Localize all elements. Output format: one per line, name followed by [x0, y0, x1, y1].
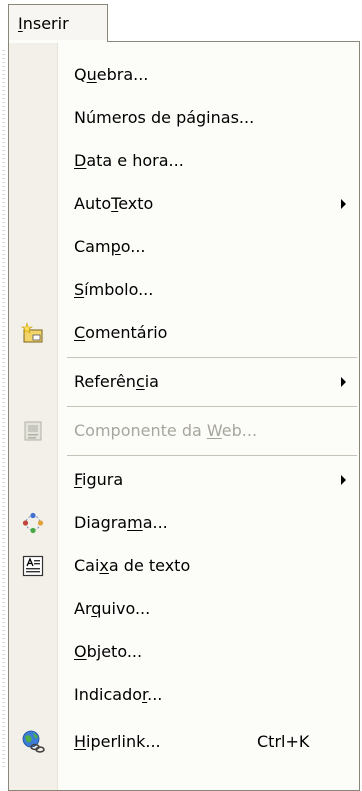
- menu-item-arquivo[interactable]: Arquivo...: [9, 589, 359, 629]
- menu-separator: [67, 406, 357, 407]
- text-box-icon: [22, 555, 44, 577]
- menu-tab-inserir[interactable]: Inserir: [8, 4, 108, 42]
- menu-item-figura[interactable]: Figura: [9, 460, 359, 500]
- menu-item-label: Campo...: [74, 237, 146, 256]
- menu-item-label: Indicador...: [74, 685, 163, 704]
- shortcut-label: Ctrl+K: [257, 732, 310, 751]
- menu-item-label: Símbolo...: [74, 280, 154, 299]
- menu-tab-label: Inserir: [18, 14, 69, 33]
- menu-item-objeto[interactable]: Objeto...: [9, 632, 359, 672]
- menu-item-caixa-de-texto[interactable]: Caixa de texto: [9, 546, 359, 586]
- menu-item-diagrama[interactable]: Diagrama...: [9, 503, 359, 543]
- menu-item-numeros-de-paginas[interactable]: Números de páginas...: [9, 98, 359, 138]
- menu-item-indicador[interactable]: Indicador...: [9, 675, 359, 715]
- menu-item-label: Componente da Web...: [74, 421, 258, 440]
- menu-tab-label-rest: nserir: [22, 14, 69, 33]
- menu-item-data-e-hora[interactable]: Data e hora...: [9, 141, 359, 181]
- submenu-arrow-icon: [341, 377, 346, 387]
- menu-item-label: Data e hora...: [74, 151, 184, 170]
- submenu-arrow-icon: [341, 199, 346, 209]
- menu-item-label: Quebra...: [74, 65, 149, 84]
- tab-joint: [9, 40, 107, 43]
- menu-item-hiperlink[interactable]: Hiperlink... Ctrl+K: [9, 722, 359, 762]
- toolbar-grip: [2, 50, 5, 770]
- menu-separator: [67, 357, 357, 358]
- web-component-icon: [24, 421, 42, 441]
- menu-item-label: AutoTexto: [74, 194, 154, 213]
- hyperlink-icon: [22, 730, 45, 753]
- menu-item-componente-da-web: Componente da Web...: [9, 411, 359, 451]
- menu-item-label: Figura: [74, 470, 124, 489]
- menu-item-label: Comentário: [74, 323, 168, 342]
- menu-item-label: Referência: [74, 372, 159, 391]
- menu-item-comentario[interactable]: Comentário: [9, 313, 359, 353]
- menu-item-simbolo[interactable]: Símbolo...: [9, 270, 359, 310]
- menu-item-label: Caixa de texto: [74, 556, 191, 575]
- menu-separator: [67, 455, 357, 456]
- menu-item-label: Diagrama...: [74, 513, 168, 532]
- menu-item-referencia[interactable]: Referência: [9, 362, 359, 402]
- menu-item-quebra[interactable]: Quebra...: [9, 55, 359, 95]
- menu-item-autotexto[interactable]: AutoTexto: [9, 184, 359, 224]
- submenu-arrow-icon: [341, 475, 346, 485]
- menu-item-label: Números de páginas...: [74, 108, 255, 127]
- diagram-icon: [22, 512, 44, 534]
- menu-item-campo[interactable]: Campo...: [9, 227, 359, 267]
- menu-item-label: Objeto...: [74, 642, 143, 661]
- insert-menu: Quebra... Números de páginas... Data e h…: [8, 41, 360, 791]
- menu-item-label: Arquivo...: [74, 599, 151, 618]
- menu-item-label: Hiperlink...: [74, 732, 161, 751]
- comment-icon: [21, 322, 43, 343]
